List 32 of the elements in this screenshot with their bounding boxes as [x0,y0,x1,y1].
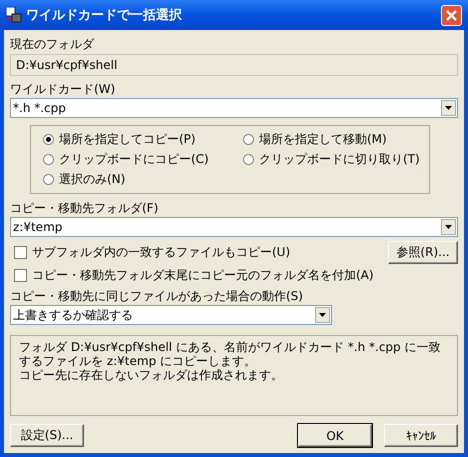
radio-label[interactable]: 場所を指定して移動(M) [259,130,387,148]
radio-button[interactable] [243,154,254,164]
radio-label[interactable]: 場所を指定してコピー(P) [59,130,196,148]
radio-button[interactable] [243,134,254,144]
field-label: コピー・移動先フォルダ(F) [10,200,160,217]
radio-label[interactable]: クリップボードに切り取り(T) [259,150,420,168]
checkbox[interactable] [14,268,27,282]
radio-button[interactable] [43,134,54,144]
checkbox[interactable] [14,246,27,259]
conflict-action-dropdown[interactable]: 上書きするか確認する [10,305,332,325]
radio-button[interactable] [43,174,54,184]
description-text: フォルダ D:¥usr¥cpf¥shell にある、名前がワイルドカード *.h *.cpp に一致するファイルを z:¥temp にコピーします。 [19,340,442,368]
cancel-button[interactable]: ｷｬﾝｾﾙ [384,424,458,447]
settings-button[interactable]: 設定(S)... [10,424,84,447]
app-icon [6,7,22,23]
window-title: ワイルドカードで一括選択 [26,7,183,24]
checkbox-label[interactable]: コピー・移動先フォルダ末尾にコピー元のフォルダ名を付加(A) [32,266,374,284]
field-label: ワイルドカード(W) [10,81,116,98]
description-text: コピー先に存在しないフォルダは作成されます。 [19,368,284,382]
wildcard-combo[interactable]: *.h *.cpp [10,98,458,118]
close-button[interactable] [441,4,462,26]
radio-label[interactable]: クリップボードにコピー(C) [59,150,209,168]
radio-button[interactable] [43,154,54,164]
field-label: 現在のフォルダ [10,36,96,53]
close-icon[interactable] [445,8,458,22]
browse-button[interactable]: 参照(R)... [388,241,458,264]
destination-combo[interactable]: z:¥temp [10,217,458,237]
ok-button[interactable]: OK [298,424,372,447]
folder-path-field: D:¥usr¥cpf¥shell [10,54,458,76]
checkbox-label[interactable]: サブフォルダ内の一致するファイルもコピー(U) [32,244,290,261]
field-label: コピー・移動先に同じファイルがあった場合の動作(S) [10,288,304,305]
radio-label[interactable]: 選択のみ(N) [59,170,126,188]
